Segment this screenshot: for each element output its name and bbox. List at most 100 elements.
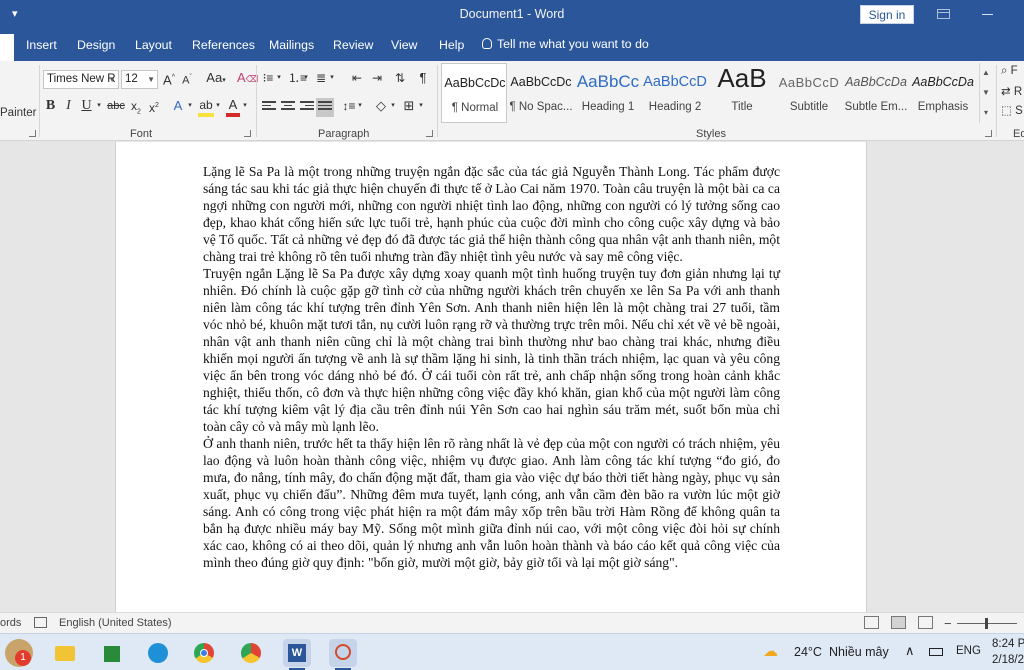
language-indicator[interactable]: English (United States) (59, 617, 172, 629)
clipboard-dialog-launcher-icon[interactable] (29, 130, 36, 137)
print-layout-icon[interactable] (891, 616, 906, 629)
scroll-up-icon[interactable]: ▲ (980, 63, 992, 83)
chevron-down-icon[interactable]: ▾ (214, 97, 222, 117)
decrease-indent-icon[interactable]: ⇤ (349, 69, 365, 89)
paragraph[interactable]: Truyện ngắn Lặng lẽ Sa Pa được xây dựng … (203, 265, 780, 435)
tab-references[interactable]: References (192, 38, 255, 52)
chevron-down-icon[interactable]: ▾ (95, 97, 103, 117)
paragraph-dialog-launcher-icon[interactable] (426, 130, 433, 137)
chevron-down-icon[interactable]: ▾ (275, 69, 283, 89)
style-heading-2[interactable]: AaBbCcD Heading 2 (642, 63, 708, 123)
proofing-icon[interactable] (34, 617, 47, 628)
superscript-icon[interactable]: x2 (147, 97, 161, 117)
text-effects-icon[interactable]: A (170, 97, 186, 117)
sort-icon[interactable]: ⇅ (393, 69, 407, 89)
chevron-down-icon[interactable]: ▾ (241, 97, 249, 117)
chevron-down-icon[interactable]: ▾ (328, 69, 336, 89)
zoom-slider-thumb[interactable] (985, 618, 988, 629)
document-body[interactable]: Lặng lẽ Sa Pa là một trong những truyện … (203, 163, 780, 571)
find-button[interactable]: ⌕ F (1001, 65, 1018, 78)
italic-icon[interactable]: I (62, 97, 75, 117)
styles-gallery-scroll[interactable]: ▲ ▼ ▾ (979, 63, 992, 123)
word-count[interactable]: ords (0, 617, 21, 629)
style-title[interactable]: AaB Title (709, 63, 775, 123)
select-button[interactable]: ⬚ S (1001, 103, 1023, 117)
font-dialog-launcher-icon[interactable] (244, 130, 251, 137)
chevron-down-icon[interactable]: ▾ (186, 97, 194, 117)
read-mode-icon[interactable] (864, 616, 879, 629)
font-size-dropdown[interactable]: 12 ▼ (121, 70, 158, 89)
subscript-icon[interactable]: x2 (129, 97, 143, 117)
chrome-profile-icon[interactable] (237, 639, 265, 667)
web-layout-icon[interactable] (918, 616, 933, 629)
store-icon[interactable] (98, 639, 126, 667)
clear-formatting-icon[interactable]: A⌫ (237, 69, 258, 89)
chevron-down-icon[interactable]: ▾ (356, 97, 364, 117)
edge-icon[interactable] (144, 639, 172, 667)
chevron-down-icon[interactable]: ▼ (108, 71, 116, 88)
input-language[interactable]: ENG (956, 645, 981, 657)
chevron-down-icon[interactable]: ▾ (389, 97, 397, 117)
line-spacing-icon[interactable]: ↕≡ (342, 97, 356, 117)
document-page[interactable]: Lặng lẽ Sa Pa là một trong những truyện … (115, 142, 867, 612)
underline-icon[interactable]: U (80, 97, 93, 117)
align-left-icon[interactable] (262, 101, 276, 113)
tab-insert[interactable]: Insert (26, 38, 57, 52)
styles-dialog-launcher-icon[interactable] (985, 130, 992, 137)
snipping-tool-icon[interactable] (329, 639, 357, 667)
chevron-down-icon[interactable]: ▾ (302, 69, 310, 89)
grow-font-icon[interactable]: A^ (162, 69, 176, 89)
scroll-down-icon[interactable]: ▼ (980, 83, 992, 103)
justify-icon[interactable] (316, 98, 334, 117)
align-center-icon[interactable] (281, 101, 295, 113)
change-case-icon[interactable]: Aa▾ (203, 69, 229, 89)
paragraph[interactable]: Ở anh thanh niên, trước hết ta thấy hiện… (203, 435, 780, 571)
word-taskbar-icon[interactable]: W (283, 639, 311, 667)
chevron-down-icon[interactable]: ▾ (417, 97, 425, 117)
ribbon-display-options-icon[interactable] (937, 9, 950, 19)
tab-mailings[interactable]: Mailings (269, 38, 314, 52)
multilevel-list-icon[interactable]: ≣ (314, 69, 328, 89)
minimize-button[interactable] (982, 14, 993, 15)
zoom-out-button[interactable]: − (944, 616, 952, 631)
tab-help[interactable]: Help (439, 38, 464, 52)
shrink-font-icon[interactable]: Aˇ (180, 69, 194, 89)
weather-icon[interactable]: ☁ (763, 642, 778, 660)
format-painter-button[interactable]: Painter (0, 107, 36, 119)
sign-in-button[interactable]: Sign in (860, 5, 914, 24)
bold-icon[interactable]: B (44, 97, 57, 117)
style-emphasis[interactable]: AaBbCcDa Emphasis (910, 63, 976, 123)
document-area[interactable]: Lặng lẽ Sa Pa là một trong những truyện … (0, 142, 1024, 612)
gallery-more-icon[interactable]: ▾ (980, 103, 992, 123)
style-subtle-emphasis[interactable]: AaBbCcDa Subtle Em... (843, 63, 909, 123)
increase-indent-icon[interactable]: ⇥ (369, 69, 385, 89)
chevron-down-icon[interactable]: ▼ (147, 71, 155, 88)
show-formatting-marks-icon[interactable]: ¶ (416, 69, 430, 89)
style-heading-1[interactable]: AaBbCc Heading 1 (575, 63, 641, 123)
style-normal[interactable]: AaBbCcDc ¶ Normal (441, 63, 507, 123)
clock[interactable]: 8:24 P 2/18/20 (992, 636, 1024, 668)
shading-icon[interactable]: ◇ (374, 97, 388, 117)
battery-icon[interactable] (929, 648, 943, 656)
weather-temperature[interactable]: 24°C (794, 645, 822, 659)
tab-layout[interactable]: Layout (135, 38, 172, 52)
bullets-icon[interactable]: ⁝≡ (261, 69, 275, 89)
style-subtitle[interactable]: AaBbCcD Subtitle (776, 63, 842, 123)
chevron-up-icon[interactable]: ∧ (905, 643, 915, 659)
font-name-dropdown[interactable]: Times New R ▼ (43, 70, 119, 89)
replace-button[interactable]: ⇄ R (1001, 84, 1022, 98)
style-no-spacing[interactable]: AaBbCcDc ¶ No Spac... (508, 63, 574, 123)
paragraph[interactable]: Lặng lẽ Sa Pa là một trong những truyện … (203, 163, 780, 265)
strikethrough-icon[interactable]: abc (107, 97, 125, 117)
tab-home-active[interactable] (0, 34, 14, 61)
weather-condition[interactable]: Nhiều mây (829, 645, 889, 659)
tab-design[interactable]: Design (77, 38, 115, 52)
tell-me-search[interactable]: Tell me what you want to do (482, 37, 649, 51)
align-right-icon[interactable] (300, 101, 314, 113)
file-explorer-icon[interactable] (51, 639, 79, 667)
chrome-icon[interactable] (190, 639, 218, 667)
borders-icon[interactable]: ⊞ (402, 97, 416, 117)
numbering-icon[interactable]: ⒈≡ (288, 69, 307, 89)
tab-review[interactable]: Review (333, 38, 373, 52)
tab-view[interactable]: View (391, 38, 417, 52)
